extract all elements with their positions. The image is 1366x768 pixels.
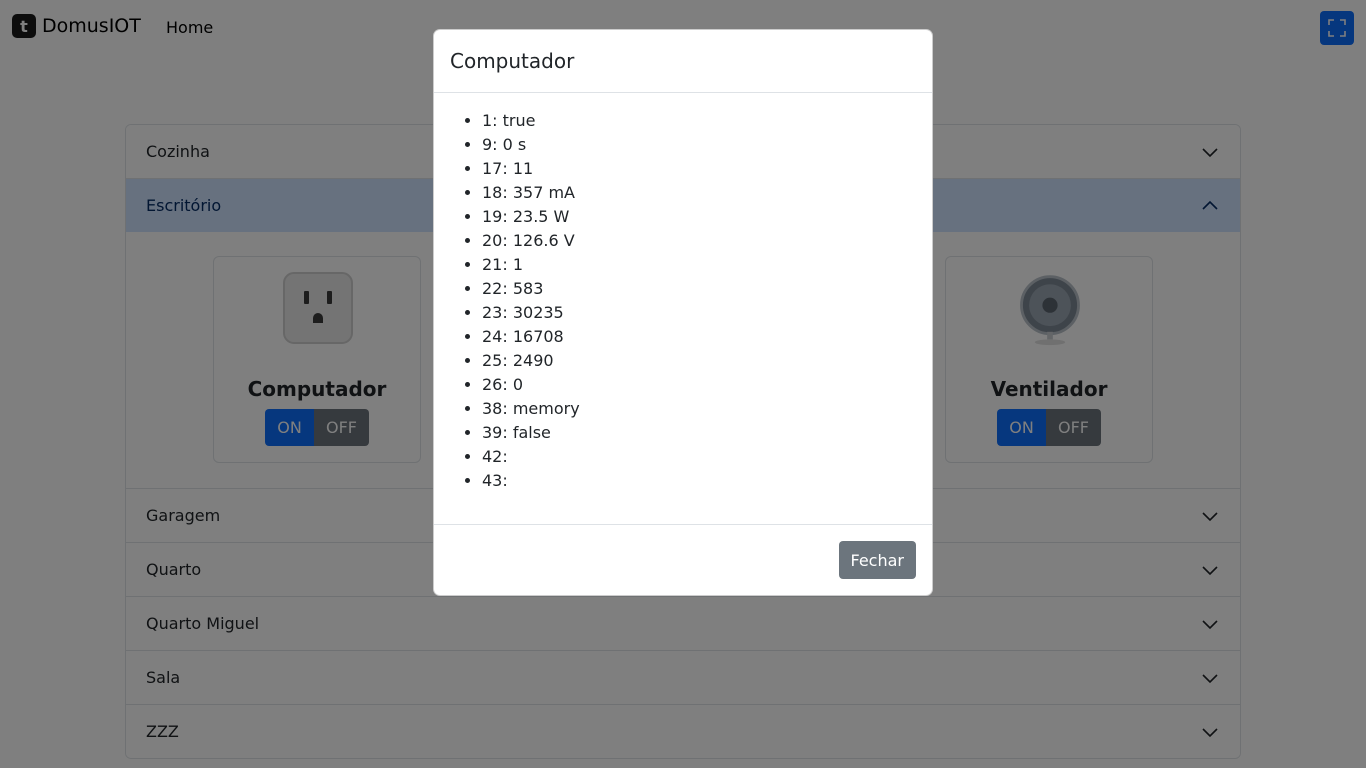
list-item: 19: 23.5 W [482, 205, 916, 229]
device-details-modal: Computador 1: true 9: 0 s 17: 11 18: 357… [433, 29, 933, 596]
list-item: 1: true [482, 109, 916, 133]
modal-footer: Fechar [434, 524, 932, 595]
list-item: 24: 16708 [482, 325, 916, 349]
list-item: 25: 2490 [482, 349, 916, 373]
list-item: 20: 126.6 V [482, 229, 916, 253]
list-item: 21: 1 [482, 253, 916, 277]
modal-title: Computador [450, 49, 575, 73]
list-item: 18: 357 mA [482, 181, 916, 205]
list-item: 26: 0 [482, 373, 916, 397]
list-item: 22: 583 [482, 277, 916, 301]
device-properties-list: 1: true 9: 0 s 17: 11 18: 357 mA 19: 23.… [450, 109, 916, 493]
list-item: 9: 0 s [482, 133, 916, 157]
list-item: 39: false [482, 421, 916, 445]
list-item: 23: 30235 [482, 301, 916, 325]
list-item: 42: [482, 445, 916, 469]
list-item: 38: memory [482, 397, 916, 421]
modal-header: Computador [434, 30, 932, 93]
list-item: 43: [482, 469, 916, 493]
close-button[interactable]: Fechar [838, 541, 916, 579]
list-item: 17: 11 [482, 157, 916, 181]
modal-body: 1: true 9: 0 s 17: 11 18: 357 mA 19: 23.… [434, 93, 932, 526]
